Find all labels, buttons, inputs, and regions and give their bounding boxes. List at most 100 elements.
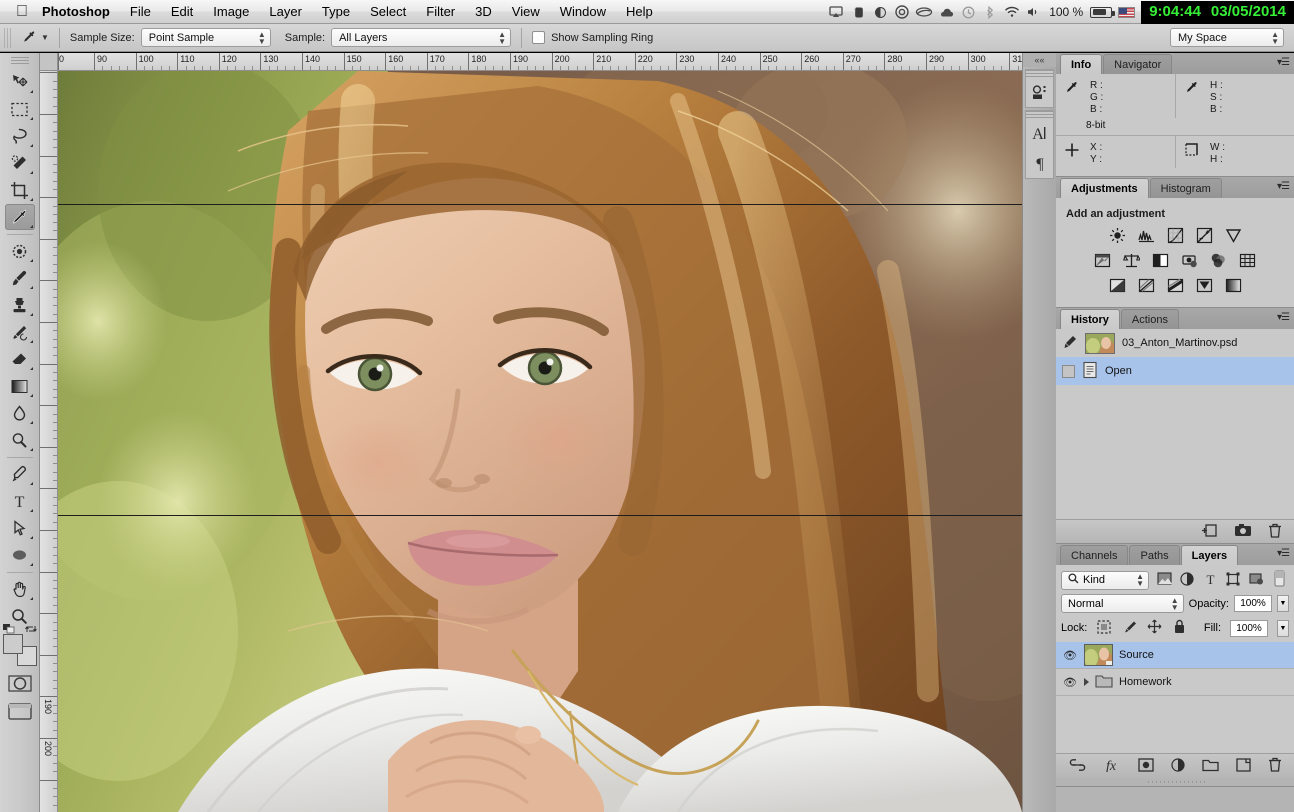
menu-photoshop[interactable]: Photoshop: [42, 0, 120, 24]
expand-dock-icon[interactable]: ««: [1023, 53, 1056, 67]
spot-healing-brush-tool[interactable]: [5, 238, 35, 264]
filter-pixel-icon[interactable]: [1156, 572, 1172, 588]
invert-icon[interactable]: [1107, 276, 1127, 294]
layer-visibility-icon[interactable]: 👁: [1062, 649, 1078, 662]
rectangular-marquee-tool[interactable]: [5, 96, 35, 122]
lock-image-pixels-icon[interactable]: [1121, 620, 1137, 637]
dock-group-grip[interactable]: [1026, 70, 1053, 77]
swap-colors-icon[interactable]: [24, 624, 37, 636]
pen-tool[interactable]: [5, 461, 35, 487]
menu-window[interactable]: Window: [550, 0, 616, 24]
filter-smart-object-icon[interactable]: [1248, 572, 1264, 589]
new-layer-icon[interactable]: [1235, 757, 1251, 775]
delete-layer-icon[interactable]: [1268, 757, 1282, 775]
vertical-ruler[interactable]: 190 200: [40, 71, 58, 812]
panel-menu-icon[interactable]: ▾☰: [1277, 181, 1290, 192]
history-snapshot-row[interactable]: 03_Anton_Martinov.psd: [1056, 329, 1294, 357]
tab-info[interactable]: Info: [1060, 54, 1103, 74]
filter-shape-icon[interactable]: [1225, 572, 1241, 589]
quick-selection-tool[interactable]: [5, 150, 35, 176]
lock-position-icon[interactable]: [1146, 619, 1162, 637]
crop-tool[interactable]: [5, 177, 35, 203]
add-layer-mask-icon[interactable]: [1137, 757, 1154, 775]
blur-tool[interactable]: [5, 400, 35, 426]
gradient-tool[interactable]: [5, 373, 35, 399]
fill-slider-arrow-icon[interactable]: ▼: [1277, 619, 1289, 637]
layer-visibility-icon[interactable]: 👁: [1062, 676, 1078, 689]
cloud-icon[interactable]: [935, 0, 957, 24]
black-white-icon[interactable]: [1151, 251, 1171, 269]
channel-mixer-icon[interactable]: [1209, 251, 1229, 269]
panel-menu-icon[interactable]: ▾☰: [1277, 312, 1290, 323]
layer-filter-kind-select[interactable]: Kind ▲ ▼: [1061, 570, 1149, 590]
levels-icon[interactable]: [1136, 226, 1156, 244]
hue-saturation-icon[interactable]: [1093, 251, 1113, 269]
photo-filter-icon[interactable]: [1180, 251, 1200, 269]
paragraph-icon[interactable]: ¶: [1026, 148, 1053, 178]
volume-icon[interactable]: [1023, 0, 1045, 24]
workspace-select[interactable]: My Space ▲ ▼: [1170, 28, 1284, 47]
horizontal-ruler[interactable]: 0 90 100 110 120 130 140 150 160 170 180 190 200 210 2…: [58, 53, 1022, 71]
posterize-icon[interactable]: [1136, 276, 1156, 294]
screen-mode-icon[interactable]: [5, 700, 35, 722]
lasso-tool[interactable]: [5, 123, 35, 149]
color-lookup-icon[interactable]: [1238, 251, 1258, 269]
timemachine-icon[interactable]: [957, 0, 979, 24]
menu-help[interactable]: Help: [616, 0, 663, 24]
link-layers-icon[interactable]: [1069, 758, 1086, 774]
eyedropper-tool[interactable]: [4, 204, 35, 230]
delete-state-icon[interactable]: [1268, 523, 1282, 541]
color-balance-icon[interactable]: [1122, 251, 1142, 269]
exposure-icon[interactable]: [1194, 226, 1214, 244]
new-document-from-state-icon[interactable]: [1201, 523, 1218, 541]
panel-menu-icon[interactable]: ▾☰: [1277, 57, 1290, 68]
creative-cloud-icon[interactable]: [891, 0, 913, 24]
menu-view[interactable]: View: [502, 0, 550, 24]
tab-paths[interactable]: Paths: [1129, 545, 1180, 565]
eraser-tool[interactable]: [5, 346, 35, 372]
layer-row-source[interactable]: 👁 Source: [1056, 642, 1294, 669]
menu-type[interactable]: Type: [312, 0, 360, 24]
move-tool[interactable]: [5, 69, 35, 95]
lock-transparent-pixels-icon[interactable]: [1096, 619, 1112, 637]
battery-icon[interactable]: [1090, 6, 1115, 18]
new-group-icon[interactable]: [1201, 758, 1219, 775]
new-snapshot-icon[interactable]: [1234, 523, 1252, 540]
history-state-marker[interactable]: [1062, 364, 1075, 378]
dock-group-grip[interactable]: [1026, 111, 1053, 118]
new-adjustment-layer-icon[interactable]: [1170, 757, 1185, 775]
color-swatches[interactable]: [2, 624, 37, 666]
layer-thumbnail[interactable]: [1084, 644, 1113, 666]
tab-history[interactable]: History: [1060, 309, 1120, 329]
history-brush-source-icon[interactable]: [1062, 335, 1078, 352]
tab-adjustments[interactable]: Adjustments: [1060, 178, 1149, 198]
dodge-tool[interactable]: [5, 427, 35, 453]
layer-row-homework[interactable]: 👁 Homework: [1056, 669, 1294, 696]
sample-select[interactable]: All Layers ▲ ▼: [331, 28, 512, 47]
layer-style-fx-icon[interactable]: fx: [1103, 757, 1121, 775]
evernote-icon[interactable]: [847, 0, 869, 24]
ruler-origin-corner[interactable]: [40, 53, 58, 71]
current-tool-preview[interactable]: ▼: [21, 29, 49, 46]
dropbox-icon[interactable]: [869, 0, 891, 24]
opacity-slider-arrow-icon[interactable]: ▼: [1277, 595, 1289, 612]
options-bar-grip[interactable]: [4, 27, 13, 48]
tab-channels[interactable]: Channels: [1060, 545, 1129, 565]
menu-edit[interactable]: Edit: [161, 0, 203, 24]
menu-bar-clock[interactable]: 9:04:44 03/05/2014: [1141, 0, 1294, 24]
history-state-open[interactable]: Open: [1056, 357, 1294, 385]
hand-tool[interactable]: [5, 576, 35, 602]
show-sampling-ring-checkbox[interactable]: [532, 31, 546, 44]
gradient-map-icon[interactable]: [1223, 276, 1243, 294]
panel-resize-grip[interactable]: [1056, 778, 1294, 786]
menu-layer[interactable]: Layer: [259, 0, 312, 24]
document-canvas[interactable]: [58, 71, 1022, 812]
mini-bridge-icon[interactable]: [1026, 77, 1053, 107]
fill-value[interactable]: 100%: [1230, 619, 1268, 637]
foreground-color-swatch[interactable]: [2, 634, 23, 654]
lock-all-icon[interactable]: [1171, 619, 1187, 637]
apple-logo-icon[interactable]: : [16, 3, 28, 20]
wifi-icon[interactable]: [1001, 0, 1023, 24]
curves-icon[interactable]: [1165, 226, 1185, 244]
brightness-contrast-icon[interactable]: [1107, 226, 1127, 244]
